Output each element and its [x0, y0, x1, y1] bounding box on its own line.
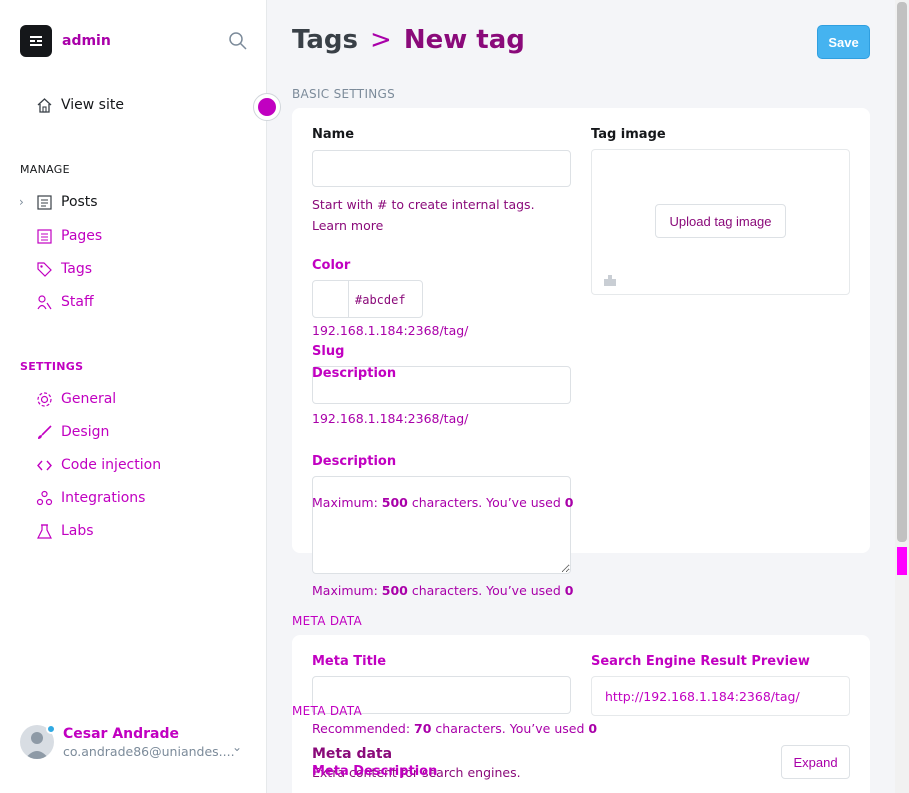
- sidebar-item-label: Posts: [61, 194, 98, 210]
- sidebar-item-code-injection[interactable]: Code injection: [36, 454, 161, 476]
- name-input[interactable]: [312, 150, 571, 187]
- color-picker[interactable]: #abcdef: [312, 280, 423, 318]
- sidebar-item-tags[interactable]: Tags: [36, 258, 92, 280]
- breadcrumb-separator: >: [370, 25, 392, 55]
- user-email: co.andrade86@uniandes....: [63, 743, 235, 759]
- tag-icon: [36, 261, 53, 278]
- status-dot: [46, 724, 56, 734]
- meta-data-label: META DATA: [292, 614, 362, 628]
- sidebar-item-general[interactable]: General: [36, 388, 116, 410]
- sidebar-item-labs[interactable]: Labs: [36, 520, 94, 542]
- settings-section-title: SETTINGS: [20, 360, 84, 373]
- sidebar-item-posts[interactable]: Posts: [36, 191, 98, 213]
- search-icon[interactable]: [228, 31, 248, 51]
- basic-settings-label: BASIC SETTINGS: [292, 87, 396, 101]
- tag-image-label: Tag image: [591, 127, 666, 142]
- gear-icon: [36, 391, 53, 408]
- sidebar-item-staff[interactable]: Staff: [36, 291, 94, 313]
- sidebar-item-label: Labs: [61, 523, 94, 539]
- meta-title-label: Meta Title: [312, 654, 387, 669]
- posts-icon: [36, 194, 53, 211]
- breadcrumb: Tags > New tag: [292, 25, 525, 55]
- name-label: Name: [312, 127, 355, 142]
- pause-icon: [258, 98, 276, 116]
- image-icon: [603, 271, 617, 286]
- sidebar-item-label: Pages: [61, 228, 103, 244]
- view-site-label: View site: [61, 97, 124, 113]
- meta-title-hint: Recommended: 70 characters. You’ve used …: [312, 721, 598, 736]
- color-swatch[interactable]: [313, 281, 349, 317]
- sidebar: admin View site MANAGE › Posts Pages Tag…: [0, 0, 267, 793]
- color-value: #abcdef: [355, 293, 406, 307]
- sidebar-item-label: General: [61, 391, 117, 407]
- save-button[interactable]: Save: [817, 25, 870, 59]
- pages-icon: [36, 228, 53, 245]
- user-name: Cesar Andrade: [63, 725, 180, 742]
- meta-data-heading: Meta data: [312, 746, 393, 762]
- view-site-link[interactable]: View site: [36, 94, 124, 116]
- sidebar-item-pages[interactable]: Pages: [36, 225, 102, 247]
- ghost-logo-icon: [20, 25, 52, 57]
- name-hint: Start with # to create internal tags. Le…: [312, 197, 535, 233]
- site-name: admin: [62, 33, 111, 49]
- serp-preview-label: Search Engine Result Preview: [591, 654, 810, 669]
- scroll-marker: [897, 547, 907, 575]
- sidebar-item-label: Staff: [61, 294, 94, 310]
- manage-section-title: MANAGE: [20, 163, 70, 176]
- user-menu[interactable]: Cesar Andrade co.andrade86@uniandes....: [20, 724, 235, 759]
- description-overlay-label: Description: [312, 366, 397, 381]
- sidebar-item-label: Tags: [61, 261, 92, 277]
- meta-description-label: Meta Description: [312, 764, 438, 779]
- breadcrumb-tags-link[interactable]: Tags: [292, 25, 358, 55]
- url-preview: 192.168.1.184:2368/tag/: [312, 323, 469, 338]
- sidebar-item-label: Design: [61, 424, 110, 440]
- integrations-icon: [36, 490, 53, 507]
- description-hint-overlay: Maximum: 500 characters. You’ve used 0: [312, 495, 574, 510]
- sidebar-collapse-handle[interactable]: [253, 93, 281, 121]
- sidebar-item-design[interactable]: Design: [36, 421, 109, 443]
- description-hint: Maximum: 500 characters. You’ve used 0: [312, 583, 574, 598]
- page-title: New tag: [403, 25, 525, 55]
- upload-tag-image-button[interactable]: Upload tag image: [655, 204, 786, 238]
- brush-icon: [36, 424, 53, 441]
- sidebar-item-label: Code injection: [61, 457, 162, 473]
- serp-preview: http://192.168.1.184:2368/tag/: [591, 676, 850, 716]
- staff-icon: [36, 294, 53, 311]
- chevron-right-icon[interactable]: ›: [19, 195, 24, 209]
- home-icon: [36, 97, 53, 114]
- sidebar-item-label: Integrations: [61, 490, 146, 506]
- scrollbar-thumb[interactable]: [897, 2, 907, 542]
- description-textarea[interactable]: [312, 476, 571, 574]
- expand-button[interactable]: Expand: [781, 745, 850, 779]
- slug-label: Slug: [312, 344, 345, 359]
- sidebar-item-integrations[interactable]: Integrations: [36, 487, 145, 509]
- color-label: Color: [312, 258, 351, 273]
- brand[interactable]: admin: [20, 25, 111, 57]
- flask-icon: [36, 523, 53, 540]
- meta-data-overlay-label: META DATA: [292, 704, 362, 718]
- chevron-down-icon[interactable]: ⌄: [232, 740, 242, 754]
- code-icon: [36, 457, 53, 474]
- slug-url-preview: 192.168.1.184:2368/tag/: [312, 411, 469, 426]
- description-label: Description: [312, 454, 397, 469]
